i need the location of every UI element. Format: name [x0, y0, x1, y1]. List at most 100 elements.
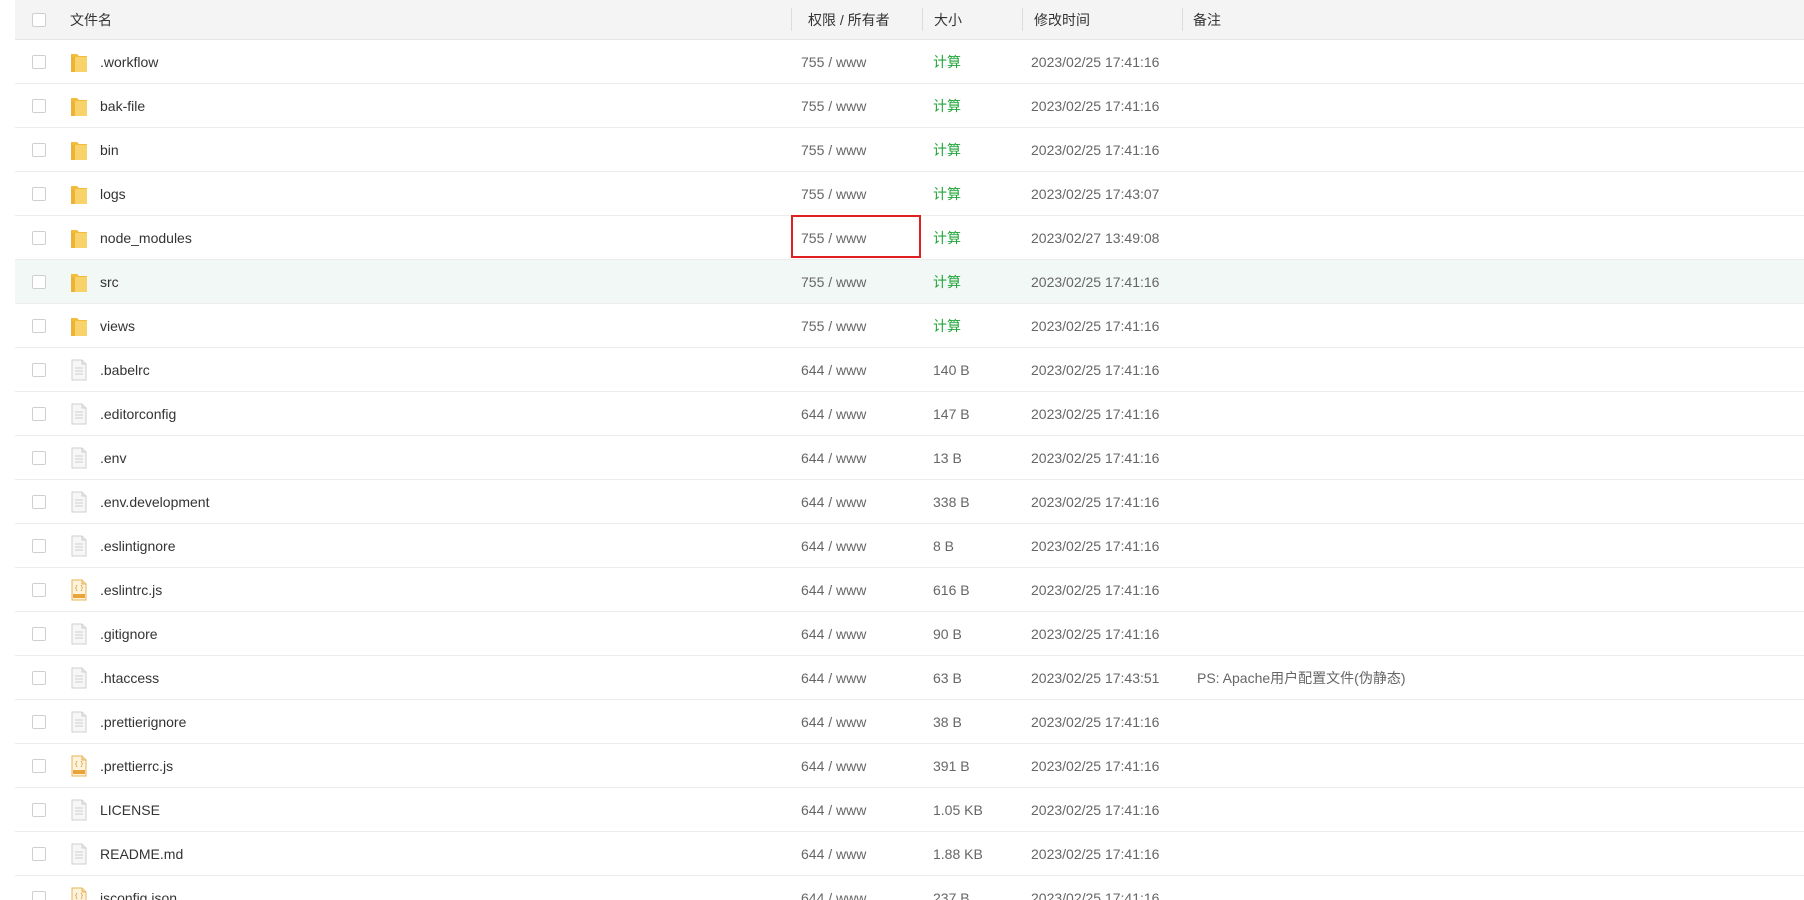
table-row[interactable]: { } .prettierrc.js 644 / www 391 B 2023/02/2… — [15, 744, 1804, 788]
name-cell[interactable]: .env — [70, 436, 790, 479]
permission-owner[interactable]: 755 / www — [801, 54, 866, 70]
perm-cell[interactable]: 755 / www — [801, 128, 931, 171]
permission-owner[interactable]: 644 / www — [801, 846, 866, 862]
note-cell[interactable] — [1197, 436, 1797, 479]
row-checkbox[interactable] — [32, 890, 46, 900]
row-checkbox[interactable] — [32, 670, 46, 685]
table-row[interactable]: node_modules 755 / www 计算 2023/02/27 13:49:… — [15, 216, 1804, 260]
table-row[interactable]: .env 644 / www 13 B 2023/02/25 17:41:16 — [15, 436, 1804, 480]
file-name[interactable]: .gitignore — [100, 626, 158, 642]
size-cell[interactable]: 计算 — [933, 40, 1028, 83]
permission-owner[interactable]: 644 / www — [801, 626, 866, 642]
perm-cell[interactable]: 755 / www — [801, 216, 931, 259]
file-name[interactable]: .eslintrc.js — [100, 582, 162, 598]
row-checkbox[interactable] — [32, 626, 46, 641]
perm-cell[interactable]: 644 / www — [801, 348, 931, 391]
note-cell[interactable] — [1197, 84, 1797, 127]
row-checkbox[interactable] — [32, 186, 46, 201]
permission-owner[interactable]: 644 / www — [801, 538, 866, 554]
note-cell[interactable] — [1197, 480, 1797, 523]
table-row[interactable]: .env.development 644 / www 338 B 2023/02/25… — [15, 480, 1804, 524]
calculate-size-link[interactable]: 计算 — [933, 228, 961, 248]
row-checkbox[interactable] — [32, 230, 46, 245]
file-name[interactable]: views — [100, 318, 135, 334]
table-row[interactable]: .editorconfig 644 / www 147 B 2023/02/25 17… — [15, 392, 1804, 436]
row-checkbox[interactable] — [32, 714, 46, 729]
row-checkbox[interactable] — [32, 362, 46, 377]
table-row[interactable]: .workflow 755 / www 计算 2023/02/25 17:41:16 — [15, 40, 1804, 84]
note-cell[interactable] — [1197, 876, 1797, 900]
perm-cell[interactable]: 755 / www — [801, 172, 931, 215]
name-cell[interactable]: { } jsconfig.json — [70, 876, 790, 900]
note-cell[interactable] — [1197, 304, 1797, 347]
note-cell[interactable] — [1197, 524, 1797, 567]
table-row[interactable]: src 755 / www 计算 2023/02/25 17:41:16 — [15, 260, 1804, 304]
file-name[interactable]: .prettierignore — [100, 714, 186, 730]
perm-cell[interactable]: 755 / www — [801, 260, 931, 303]
name-cell[interactable]: README.md — [70, 832, 790, 875]
file-name[interactable]: .eslintignore — [100, 538, 176, 554]
note-cell[interactable] — [1197, 612, 1797, 655]
size-cell[interactable]: 计算 — [933, 216, 1028, 259]
note-cell[interactable] — [1197, 216, 1797, 259]
table-row[interactable]: .htaccess 644 / www 63 B 2023/02/25 17:43:5… — [15, 656, 1804, 700]
row-checkbox[interactable] — [32, 54, 46, 69]
permission-owner[interactable]: 644 / www — [801, 582, 866, 598]
file-name[interactable]: README.md — [100, 846, 183, 862]
permission-owner[interactable]: 755 / www — [801, 318, 866, 334]
perm-cell[interactable]: 755 / www — [801, 304, 931, 347]
note-cell[interactable] — [1197, 348, 1797, 391]
row-checkbox[interactable] — [32, 318, 46, 333]
header-perm[interactable]: 权限 / 所有者 — [808, 0, 938, 39]
file-name[interactable]: LICENSE — [100, 802, 160, 818]
name-cell[interactable]: src — [70, 260, 790, 303]
row-checkbox[interactable] — [32, 450, 46, 465]
calculate-size-link[interactable]: 计算 — [933, 96, 961, 116]
note-cell[interactable]: PS: Apache用户配置文件(伪静态) — [1197, 656, 1797, 699]
permission-owner[interactable]: 644 / www — [801, 758, 866, 774]
note-cell[interactable] — [1197, 788, 1797, 831]
perm-cell[interactable]: 644 / www — [801, 612, 931, 655]
file-name[interactable]: bak-file — [100, 98, 145, 114]
permission-owner[interactable]: 644 / www — [801, 450, 866, 466]
row-checkbox[interactable] — [32, 274, 46, 289]
file-name[interactable]: .workflow — [100, 54, 158, 70]
calculate-size-link[interactable]: 计算 — [933, 140, 961, 160]
note-cell[interactable] — [1197, 700, 1797, 743]
file-name[interactable]: jsconfig.json — [100, 890, 177, 900]
row-checkbox[interactable] — [32, 538, 46, 553]
header-size[interactable]: 大小 — [934, 0, 1029, 39]
note-cell[interactable] — [1197, 128, 1797, 171]
perm-cell[interactable]: 644 / www — [801, 700, 931, 743]
name-cell[interactable]: { } .eslintrc.js — [70, 568, 790, 611]
permission-owner[interactable]: 644 / www — [801, 714, 866, 730]
file-name[interactable]: .prettierrc.js — [100, 758, 173, 774]
table-row[interactable]: { } jsconfig.json 644 / www 237 B 2023/02/25… — [15, 876, 1804, 900]
note-cell[interactable] — [1197, 260, 1797, 303]
file-name[interactable]: bin — [100, 142, 119, 158]
header-name[interactable]: 文件名 — [70, 0, 790, 39]
table-row[interactable]: bin 755 / www 计算 2023/02/25 17:41:16 — [15, 128, 1804, 172]
name-cell[interactable]: .gitignore — [70, 612, 790, 655]
note-cell[interactable] — [1197, 40, 1797, 83]
size-cell[interactable]: 计算 — [933, 128, 1028, 171]
row-checkbox[interactable] — [32, 802, 46, 817]
calculate-size-link[interactable]: 计算 — [933, 316, 961, 336]
name-cell[interactable]: .env.development — [70, 480, 790, 523]
permission-owner[interactable]: 755 / www — [801, 230, 866, 246]
note-text[interactable]: PS: Apache用户配置文件(伪静态) — [1197, 668, 1406, 688]
perm-cell[interactable]: 644 / www — [801, 656, 931, 699]
file-name[interactable]: .babelrc — [100, 362, 150, 378]
row-checkbox[interactable] — [32, 142, 46, 157]
perm-cell[interactable]: 644 / www — [801, 832, 931, 875]
size-cell[interactable]: 计算 — [933, 172, 1028, 215]
name-cell[interactable]: bin — [70, 128, 790, 171]
permission-owner[interactable]: 755 / www — [801, 274, 866, 290]
name-cell[interactable]: { } .prettierrc.js — [70, 744, 790, 787]
perm-cell[interactable]: 644 / www — [801, 744, 931, 787]
name-cell[interactable]: .prettierignore — [70, 700, 790, 743]
file-name[interactable]: node_modules — [100, 230, 192, 246]
row-checkbox[interactable] — [32, 758, 46, 773]
file-name[interactable]: src — [100, 274, 119, 290]
calculate-size-link[interactable]: 计算 — [933, 52, 961, 72]
